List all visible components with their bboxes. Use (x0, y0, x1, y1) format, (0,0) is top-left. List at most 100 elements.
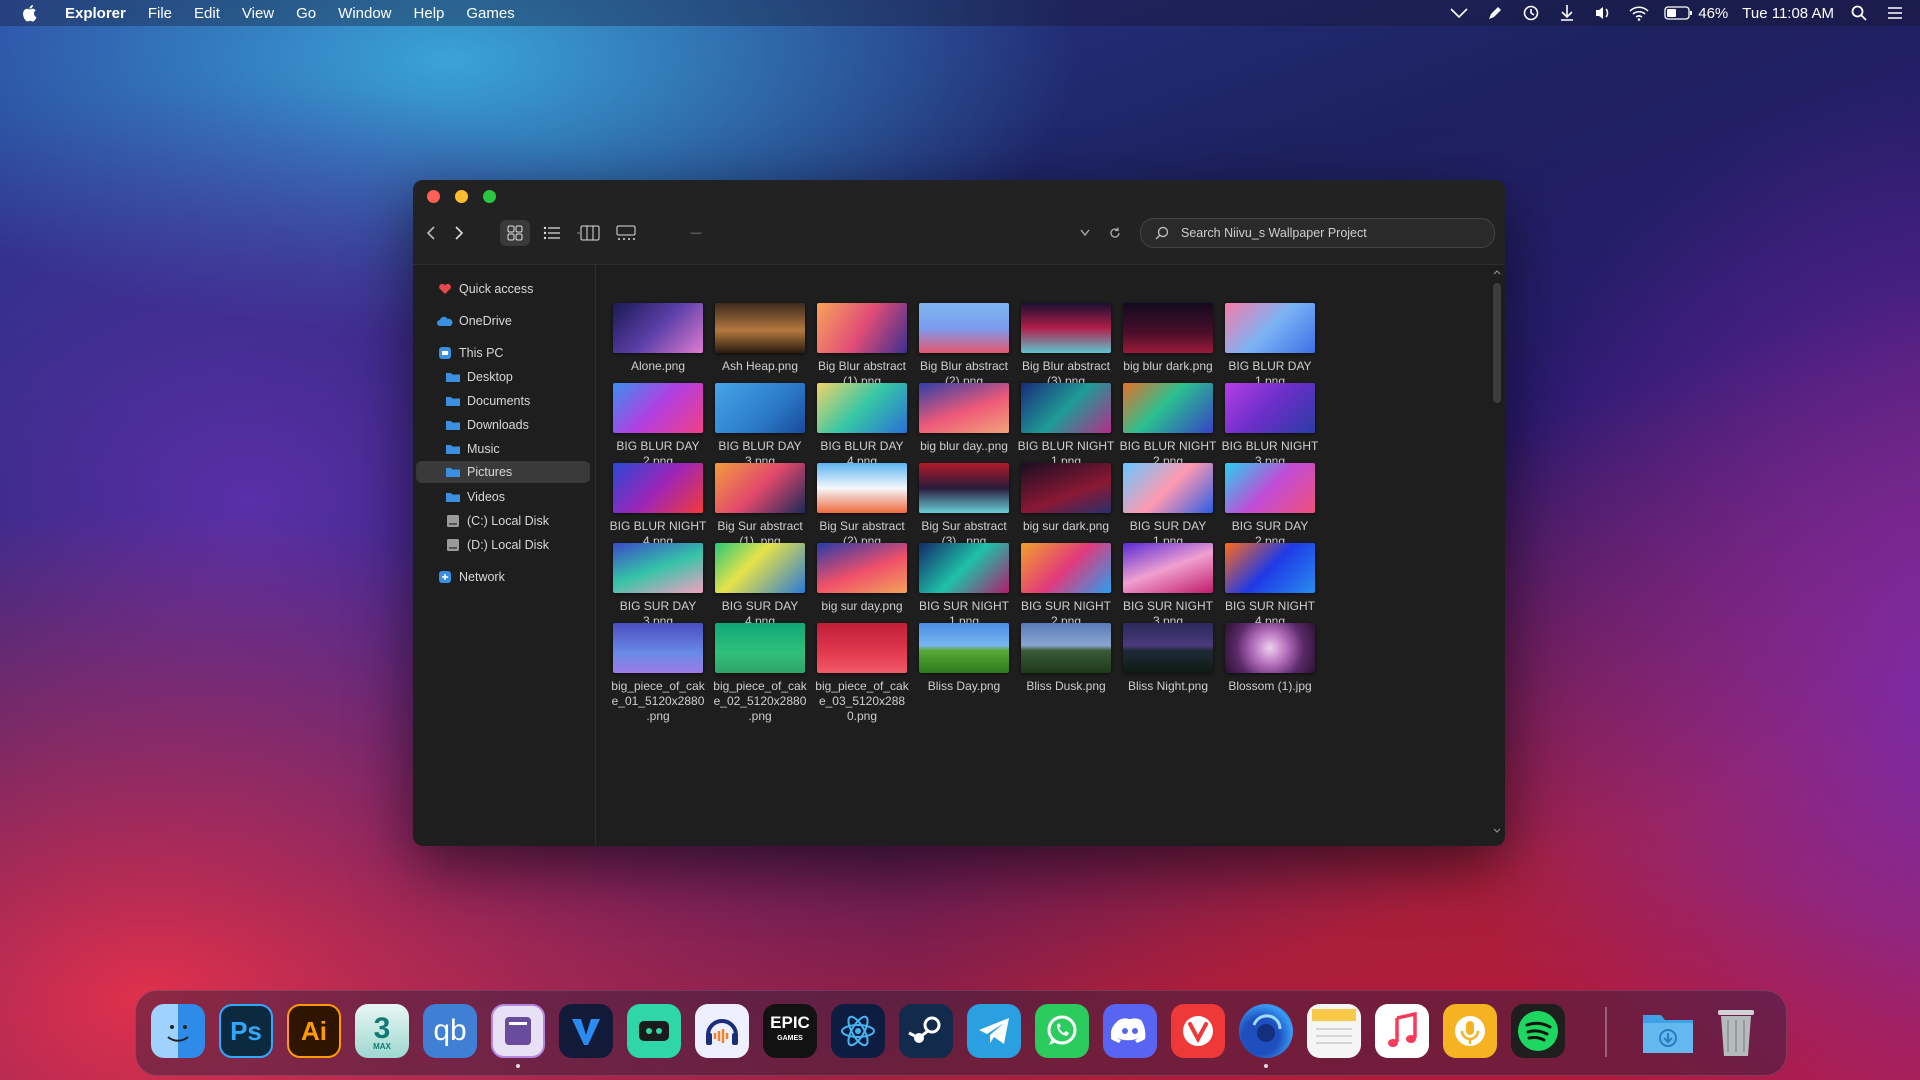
file-item[interactable]: Alone.png (599, 303, 717, 374)
file-item[interactable]: big blur dark.png (1109, 303, 1227, 374)
sidebar-item-this-pc[interactable]: This PC (437, 342, 503, 364)
music-icon[interactable] (1375, 1004, 1429, 1058)
file-item[interactable]: big sur dark.png (1007, 463, 1125, 534)
epic-games-icon[interactable]: EPIC GAMES (763, 1004, 817, 1058)
battery-icon[interactable] (1664, 4, 1694, 22)
spotify-icon[interactable] (1511, 1004, 1565, 1058)
minimize-button[interactable] (455, 190, 468, 203)
file-item[interactable]: BIG SUR DAY 1.png (1109, 463, 1227, 549)
clock[interactable]: Tue 11:08 AM (1742, 5, 1834, 22)
file-item[interactable]: Blossom (1).jpg (1211, 623, 1329, 694)
photoshop-icon[interactable]: Ps (219, 1004, 273, 1058)
zoom-button[interactable] (483, 190, 496, 203)
volume-icon[interactable] (1592, 4, 1614, 22)
forward-button[interactable] (451, 220, 467, 246)
file-item[interactable]: Ash Heap.png (701, 303, 819, 374)
breadcrumb[interactable]: — (681, 220, 711, 246)
streamlabs-icon[interactable] (627, 1004, 681, 1058)
gallery-view-button[interactable] (613, 220, 639, 246)
chevron-down-icon[interactable] (1077, 220, 1093, 246)
vertical-scrollbar[interactable] (1489, 265, 1505, 846)
file-item[interactable]: BIG SUR NIGHT 3.png (1109, 543, 1227, 629)
time-machine-icon[interactable] (1520, 4, 1542, 22)
sidebar-item-pictures[interactable]: Pictures (416, 461, 590, 483)
menu-file[interactable]: File (137, 5, 183, 22)
scroll-down-icon[interactable] (1493, 828, 1501, 834)
refresh-icon[interactable] (1107, 220, 1123, 246)
illustrator-icon[interactable]: Ai (287, 1004, 341, 1058)
audacity-icon[interactable] (695, 1004, 749, 1058)
sidebar-item-documents[interactable]: Documents (445, 390, 530, 412)
pen-icon[interactable] (1484, 4, 1506, 22)
discord-icon[interactable] (1103, 1004, 1157, 1058)
file-item[interactable]: BIG SUR DAY 4.png (701, 543, 819, 629)
file-item[interactable]: big sur day.png (803, 543, 921, 614)
file-item[interactable]: BIG BLUR NIGHT 4.png (599, 463, 717, 549)
file-item[interactable]: BIG BLUR DAY 2.png (599, 383, 717, 469)
search-input[interactable]: Search Niivu_s Wallpaper Project (1140, 218, 1495, 248)
file-item[interactable]: Bliss Day.png (905, 623, 1023, 694)
vivaldi-icon[interactable] (1171, 1004, 1225, 1058)
icon-view-button[interactable] (500, 220, 530, 246)
file-item[interactable]: BIG BLUR DAY 1.png (1211, 303, 1329, 389)
file-item[interactable]: BIG SUR DAY 2.png (1211, 463, 1329, 549)
menu-edit[interactable]: Edit (183, 5, 231, 22)
file-item[interactable]: BIG BLUR DAY 3.png (701, 383, 819, 469)
search-icon[interactable] (1848, 4, 1870, 22)
chevron-down-icon[interactable] (1448, 4, 1470, 22)
close-button[interactable] (427, 190, 440, 203)
downloads-folder-icon[interactable] (1641, 1004, 1695, 1058)
scroll-up-icon[interactable] (1493, 269, 1501, 275)
file-item[interactable]: Bliss Dusk.png (1007, 623, 1125, 694)
firefox-icon[interactable] (1239, 1004, 1293, 1058)
file-item[interactable]: Big Blur abstract (3).png (1007, 303, 1125, 389)
wifi-icon[interactable] (1628, 4, 1650, 22)
3ds-max-icon[interactable]: 3 MAX (355, 1004, 409, 1058)
file-item[interactable]: BIG BLUR NIGHT 1.png (1007, 383, 1125, 469)
electron-icon[interactable] (831, 1004, 885, 1058)
file-item[interactable]: big_piece_of_cak e_03_5120x288 0.png (803, 623, 921, 724)
whatsapp-icon[interactable] (1035, 1004, 1089, 1058)
file-item[interactable]: Bliss Night.png (1109, 623, 1227, 694)
sidebar-item-c-drive[interactable]: (C:) Local Disk (445, 510, 549, 532)
file-item[interactable]: BIG BLUR NIGHT 2.png (1109, 383, 1227, 469)
menu-view[interactable]: View (231, 5, 285, 22)
control-center-icon[interactable] (1884, 4, 1906, 22)
telegram-icon[interactable] (967, 1004, 1021, 1058)
file-item[interactable]: Big Blur abstract (1).png (803, 303, 921, 389)
explorer-files-icon[interactable] (491, 1004, 545, 1058)
menu-help[interactable]: Help (403, 5, 456, 22)
menu-app-name[interactable]: Explorer (54, 5, 137, 22)
sidebar-item-quick-access[interactable]: Quick access (437, 278, 533, 300)
file-item[interactable]: BIG SUR DAY 3.png (599, 543, 717, 629)
file-item[interactable]: Big Blur abstract (2).png (905, 303, 1023, 389)
podcast-icon[interactable] (1443, 1004, 1497, 1058)
download-icon[interactable] (1556, 4, 1578, 22)
file-item[interactable]: Big Sur abstract (1) .png (701, 463, 819, 549)
vivaldi-v-icon[interactable] (559, 1004, 613, 1058)
sidebar-item-music[interactable]: Music (445, 438, 500, 460)
sidebar-item-downloads[interactable]: Downloads (445, 414, 529, 436)
sidebar-item-d-drive[interactable]: (D:) Local Disk (445, 534, 549, 556)
list-view-button[interactable] (541, 220, 563, 246)
sidebar-item-onedrive[interactable]: OneDrive (437, 310, 512, 332)
sidebar-item-network[interactable]: Network (437, 566, 505, 588)
notes-icon[interactable] (1307, 1004, 1361, 1058)
menu-games[interactable]: Games (455, 5, 525, 22)
apple-logo-icon[interactable] (18, 2, 40, 24)
qbittorrent-icon[interactable]: qb (423, 1004, 477, 1058)
back-button[interactable] (423, 220, 439, 246)
file-item[interactable]: big blur day..png (905, 383, 1023, 454)
file-item[interactable]: BIG BLUR DAY 4.png (803, 383, 921, 469)
sidebar-item-desktop[interactable]: Desktop (445, 366, 513, 388)
file-item[interactable]: big_piece_of_cak e_02_5120x2880 .png (701, 623, 819, 724)
file-item[interactable]: BIG SUR NIGHT 2.png (1007, 543, 1125, 629)
file-item[interactable]: BIG SUR NIGHT 4.png (1211, 543, 1329, 629)
sidebar-item-videos[interactable]: Videos (445, 486, 505, 508)
file-item[interactable]: big_piece_of_cak e_01_5120x2880 .png (599, 623, 717, 724)
steam-icon[interactable] (899, 1004, 953, 1058)
trash-icon[interactable] (1709, 1004, 1763, 1058)
file-item[interactable]: Big Sur abstract (3) ..png (905, 463, 1023, 549)
file-item[interactable]: BIG BLUR NIGHT 3.png (1211, 383, 1329, 469)
menu-window[interactable]: Window (327, 5, 402, 22)
